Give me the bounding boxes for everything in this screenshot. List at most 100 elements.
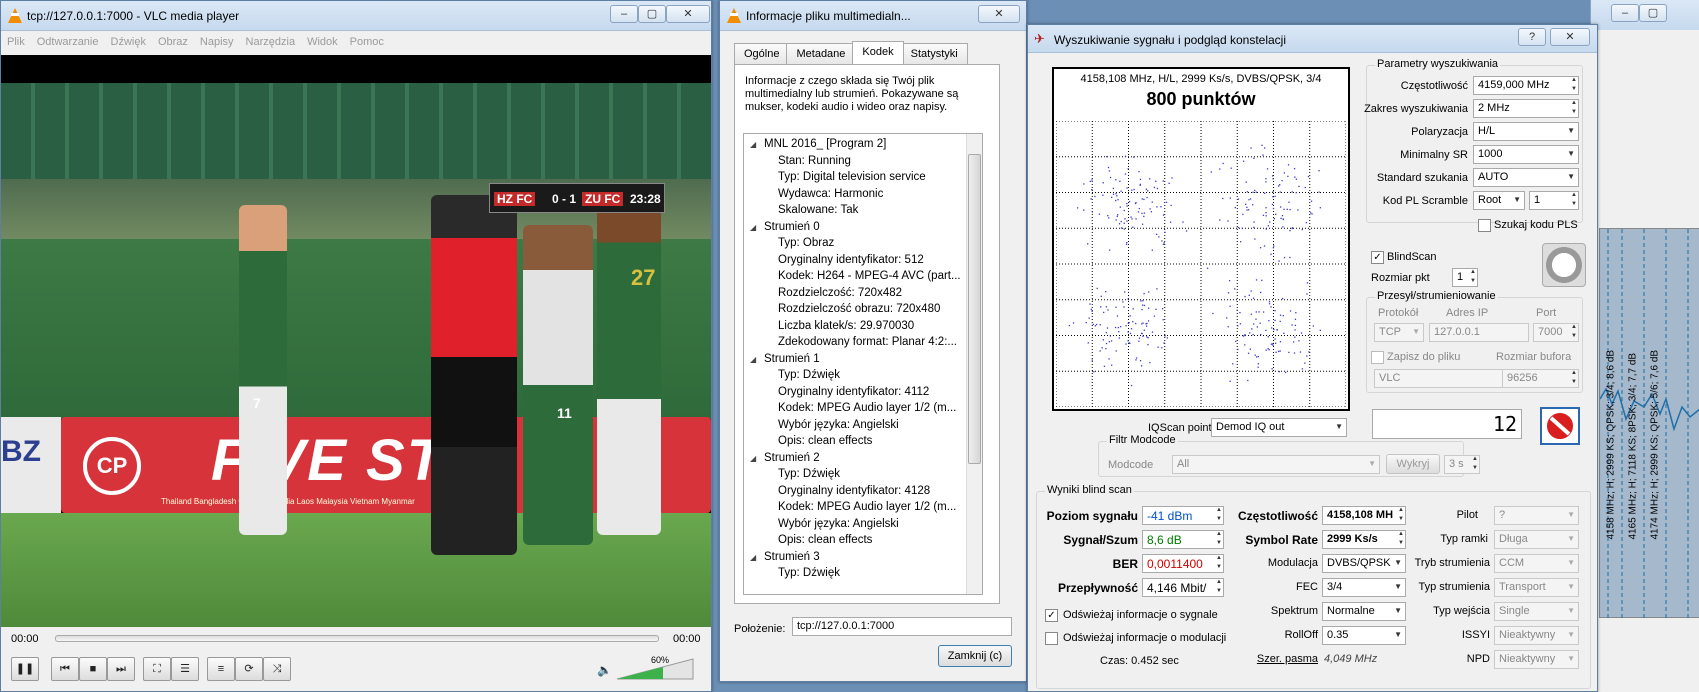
codec-tree[interactable]: ◢ MNL 2016_ [Program 2] Stan: Running Typ: … [743, 133, 983, 595]
pls-mode-select[interactable]: Root [1473, 191, 1525, 210]
location-field[interactable]: tcp://127.0.0.1:7000 [792, 617, 1012, 636]
tree-leaf[interactable]: Kodek: H264 - MPEG-4 AVC (part... [778, 270, 961, 286]
blindscan-checkbox[interactable]: ✓ [1371, 251, 1384, 264]
menu-obraz[interactable]: Obraz [152, 32, 194, 52]
stop-button[interactable]: ■ [79, 657, 107, 681]
tab-statystyki[interactable]: Statystyki [900, 43, 968, 65]
freq-input[interactable]: 4159,000 MHz [1473, 76, 1579, 95]
previous-button[interactable]: ⏮ [51, 657, 79, 681]
tree-leaf[interactable]: Wybór języka: Angielski [778, 419, 899, 435]
pt-size-input[interactable]: 1 [1452, 268, 1478, 287]
tree-leaf[interactable]: Wybór języka: Angielski [778, 518, 899, 534]
tree-leaf[interactable]: Oryginalny identyfikator: 4128 [778, 485, 930, 501]
vlc-maximize-button[interactable]: ▢ [638, 5, 666, 23]
modcode-select[interactable]: All [1172, 455, 1380, 474]
tree-leaf[interactable]: Typ: Dźwięk [778, 468, 840, 484]
video-area[interactable]: BZ CP FIVE STA Thailand Bangladesh Cambo… [1, 55, 711, 627]
port-input[interactable]: 7000 [1533, 323, 1579, 342]
tree-leaf[interactable]: Typ: Dźwięk [778, 369, 840, 385]
pause-button[interactable]: ❚❚ [11, 657, 39, 681]
input-select[interactable]: Single [1494, 602, 1579, 621]
bg-maximize-button[interactable]: ▢ [1639, 4, 1667, 22]
pilot-select[interactable]: ? [1494, 506, 1579, 525]
tree-leaf[interactable]: Opis: clean effects [778, 534, 872, 550]
menu-plik[interactable]: Plik [1, 32, 31, 52]
tree-leaf[interactable]: Wydawca: Harmonic [778, 188, 883, 204]
npd-select[interactable]: Nieaktywny [1494, 650, 1579, 669]
expand-arrow-icon[interactable]: ◢ [750, 140, 764, 149]
buffer-input[interactable]: 96256 [1502, 369, 1579, 388]
timeout-input[interactable]: 3 s [1444, 455, 1480, 474]
volume-slider[interactable]: 60% [615, 655, 695, 681]
bg-minimize-button[interactable]: – [1611, 4, 1639, 22]
expand-arrow-icon[interactable]: ◢ [750, 454, 764, 463]
seek-bar[interactable] [55, 635, 659, 642]
range-input[interactable]: 2 MHz [1473, 99, 1579, 118]
playlist-button[interactable]: ≡ [207, 657, 235, 681]
tree-leaf[interactable]: Kodek: MPEG Audio layer 1/2 (m... [778, 402, 956, 418]
tree-leaf[interactable]: Typ: Dźwięk [778, 567, 840, 583]
tree-node[interactable]: ◢ MNL 2016_ [Program 2] [750, 138, 886, 154]
pol-select[interactable]: H/L [1473, 122, 1579, 141]
menu-dzwiek[interactable]: Dźwięk [105, 32, 152, 52]
detect-button[interactable]: Wykryj [1386, 454, 1440, 474]
refresh-signal-checkbox[interactable]: ✓ [1045, 609, 1058, 622]
tree-leaf[interactable]: Rozdzielczość obrazu: 720x480 [778, 303, 940, 319]
tree-leaf[interactable]: Kodek: MPEG Audio layer 1/2 (m... [778, 501, 956, 517]
tab-ogolne[interactable]: Ogólne [734, 43, 790, 65]
tab-metadane[interactable]: Metadane [786, 43, 856, 65]
save-file-checkbox[interactable] [1371, 351, 1384, 364]
menu-pomoc[interactable]: Pomoc [344, 32, 390, 52]
tree-leaf[interactable]: Oryginalny identyfikator: 512 [778, 254, 924, 270]
rolloff-select[interactable]: 0.35 [1322, 626, 1406, 645]
player-select[interactable]: VLC [1374, 369, 1516, 388]
tree-node[interactable]: ◢ Strumień 1 [750, 353, 820, 369]
tree-leaf[interactable]: Liczba klatek/s: 29.970030 [778, 320, 914, 336]
vlc-close-button[interactable]: ✕ [666, 5, 710, 23]
tree-node[interactable]: ◢ Strumień 0 [750, 221, 820, 237]
tree-leaf[interactable]: Typ: Digital television service [778, 171, 926, 187]
extended-settings-button[interactable]: ☰ [171, 657, 199, 681]
tree-leaf[interactable]: Zdekodowany format: Planar 4:2:... [778, 336, 957, 352]
pls-search-checkbox[interactable] [1478, 219, 1491, 232]
min-sr-select[interactable]: 1000 [1473, 145, 1579, 164]
help-button[interactable]: ? [1518, 28, 1546, 46]
loop-button[interactable]: ⟳ [235, 657, 263, 681]
frame-select[interactable]: Długa [1494, 530, 1579, 549]
fullscreen-button[interactable]: ⛶ [143, 657, 171, 681]
mod-select[interactable]: DVBS/QPSK [1322, 554, 1406, 573]
std-select[interactable]: AUTO [1473, 168, 1579, 187]
tree-leaf[interactable]: Typ: Obraz [778, 237, 834, 253]
signal-close-button[interactable]: ✕ [1550, 28, 1590, 46]
tree-leaf[interactable]: Stan: Running [778, 155, 851, 171]
issyi-select[interactable]: Nieaktywny [1494, 626, 1579, 645]
protocol-select[interactable]: TCP [1374, 323, 1424, 342]
expand-arrow-icon[interactable]: ◢ [750, 355, 764, 364]
next-button[interactable]: ⏭ [107, 657, 135, 681]
tree-scrollbar[interactable] [966, 134, 982, 594]
tree-leaf[interactable]: Opis: clean effects [778, 435, 872, 451]
menu-odtwarzanie[interactable]: Odtwarzanie [31, 32, 105, 52]
iq-select[interactable]: Demod IQ out [1211, 418, 1347, 437]
close-info-button[interactable]: Zamknij (c) [938, 645, 1012, 667]
shuffle-button[interactable]: ⤨ [263, 657, 291, 681]
stype-select[interactable]: Transport [1494, 578, 1579, 597]
tab-kodek[interactable]: Kodek [852, 41, 904, 65]
menu-narzedzia[interactable]: Narzędzia [240, 32, 302, 52]
tree-node[interactable]: ◢ Strumień 3 [750, 551, 820, 567]
vlc-minimize-button[interactable]: – [610, 5, 638, 23]
info-close-button[interactable]: ✕ [978, 5, 1020, 23]
tree-node[interactable]: ◢ Strumień 2 [750, 452, 820, 468]
expand-arrow-icon[interactable]: ◢ [750, 553, 764, 562]
globe-icon[interactable] [1542, 243, 1586, 287]
speaker-icon[interactable]: 🔈 [597, 663, 612, 677]
tree-scroll-thumb[interactable] [968, 154, 981, 464]
expand-arrow-icon[interactable]: ◢ [750, 223, 764, 232]
stop-icon[interactable] [1540, 407, 1580, 445]
spec-select[interactable]: Normalne [1322, 602, 1406, 621]
menu-widok[interactable]: Widok [301, 32, 344, 52]
tree-leaf[interactable]: Oryginalny identyfikator: 4112 [778, 386, 929, 402]
refresh-mod-checkbox[interactable] [1045, 632, 1058, 645]
menu-napisy[interactable]: Napisy [194, 32, 240, 52]
pls-value-input[interactable]: 1 [1529, 191, 1579, 210]
